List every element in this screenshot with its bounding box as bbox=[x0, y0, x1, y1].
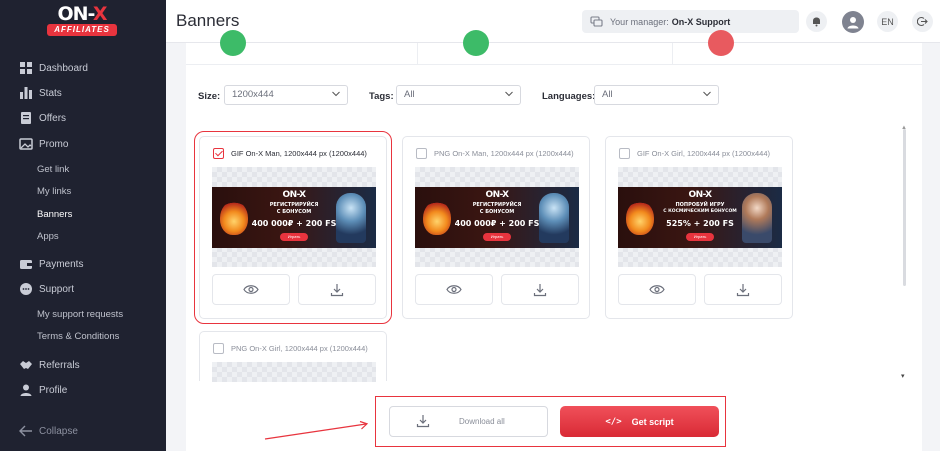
banner-image: ON-X РЕГИСТРИРУЙСЯ С БОНУСОМ 400 000₽ + … bbox=[212, 187, 376, 248]
notifications-button[interactable] bbox=[806, 11, 827, 32]
bell-icon bbox=[813, 17, 820, 27]
sidebar-sub-terms[interactable]: Terms & Conditions bbox=[37, 330, 119, 344]
sidebar-item-dashboard[interactable]: Dashboard bbox=[19, 61, 88, 75]
language-switch[interactable]: EN bbox=[877, 11, 898, 32]
sidebar-item-payments[interactable]: Payments bbox=[19, 257, 83, 271]
languages-label: Languages: bbox=[542, 91, 596, 102]
stats-strip bbox=[186, 30, 922, 65]
sidebar-item-support[interactable]: Support bbox=[19, 282, 74, 296]
sidebar-sub-apps[interactable]: Apps bbox=[37, 230, 59, 244]
banner-preview: ON-X РЕГИСТРИРУЙСЯ С БОНУСОМ 400 000₽ + … bbox=[212, 167, 376, 267]
download-button[interactable] bbox=[501, 274, 579, 305]
handshake-icon bbox=[20, 361, 32, 369]
download-button[interactable] bbox=[298, 274, 376, 305]
page-title: Banners bbox=[176, 11, 240, 30]
logout-icon bbox=[917, 16, 928, 27]
download-all-button[interactable]: Download all bbox=[389, 406, 548, 437]
wallet-icon bbox=[20, 260, 32, 269]
avatar[interactable] bbox=[842, 11, 864, 33]
banner-image: ON-X РЕГИСТРИРУЙСЯ С БОНУСОМ 400 000₽ + … bbox=[415, 187, 579, 248]
banner-preview: ON-X РЕГИСТРИРУЙСЯ С БОНУСОМ 400 000₽ + … bbox=[415, 167, 579, 267]
status-indicator bbox=[463, 30, 489, 56]
banner-card[interactable]: PNG On-X Man, 1200x444 px (1200x444) ON-… bbox=[402, 136, 590, 319]
banner-card[interactable]: PNG On-X Girl, 1200x444 px (1200x444) bbox=[199, 331, 387, 382]
preview-button[interactable] bbox=[212, 274, 290, 305]
sidebar-item-profile[interactable]: Profile bbox=[19, 383, 67, 397]
download-icon bbox=[416, 415, 430, 428]
user-avatar-icon bbox=[847, 17, 859, 29]
banner-checkbox[interactable] bbox=[619, 148, 630, 159]
tags-label: Tags: bbox=[369, 91, 394, 102]
tags-select[interactable]: All bbox=[396, 85, 521, 105]
chevron-down-icon bbox=[703, 91, 711, 97]
annotation-arrow-icon bbox=[264, 420, 369, 440]
banner-title: GIF On-X Man, 1200x444 px (1200x444) bbox=[231, 149, 367, 158]
sidebar-item-stats[interactable]: Stats bbox=[19, 86, 62, 100]
status-indicator bbox=[708, 30, 734, 56]
banner-title: PNG On-X Man, 1200x444 px (1200x444) bbox=[434, 149, 574, 158]
banner-preview: ON-X ПОПРОБУЙ ИГРУ С КОСМИЧЕСКИМ БОНУСОМ… bbox=[618, 167, 782, 267]
user-icon bbox=[20, 384, 32, 396]
sidebar-item-offers[interactable]: Offers bbox=[19, 111, 66, 125]
banner-title: PNG On-X Girl, 1200x444 px (1200x444) bbox=[231, 344, 368, 353]
banner-card[interactable]: GIF On-X Man, 1200x444 px (1200x444) ON-… bbox=[194, 131, 392, 324]
sidebar-sub-get-link[interactable]: Get link bbox=[37, 163, 69, 177]
chat-bubbles-icon bbox=[590, 15, 603, 27]
image-icon bbox=[19, 138, 33, 150]
languages-select[interactable]: All bbox=[594, 85, 719, 105]
scroll-down-arrow[interactable]: ▾ bbox=[901, 372, 905, 380]
banner-card[interactable]: GIF On-X Girl, 1200x444 px (1200x444) ON… bbox=[605, 136, 793, 319]
preview-button[interactable] bbox=[415, 274, 493, 305]
bar-chart-icon bbox=[20, 87, 32, 99]
collapse-button[interactable]: Collapse bbox=[19, 425, 78, 437]
banner-image: ON-X ПОПРОБУЙ ИГРУ С КОСМИЧЕСКИМ БОНУСОМ… bbox=[618, 187, 782, 248]
chat-icon bbox=[20, 283, 32, 295]
chevron-down-icon bbox=[505, 91, 513, 97]
sidebar: ON-X AFFILIATES Dashboard Stats Offers P… bbox=[0, 0, 166, 451]
logout-button[interactable] bbox=[912, 11, 933, 32]
dashboard-icon bbox=[20, 62, 32, 74]
download-icon bbox=[330, 283, 344, 296]
manager-info[interactable]: Your manager: On-X Support bbox=[582, 10, 799, 33]
sidebar-sub-my-links[interactable]: My links bbox=[37, 185, 71, 199]
preview-button[interactable] bbox=[618, 274, 696, 305]
banner-title: GIF On-X Girl, 1200x444 px (1200x444) bbox=[637, 149, 770, 158]
banner-checkbox[interactable] bbox=[416, 148, 427, 159]
offers-icon bbox=[21, 112, 31, 124]
banners-panel: Size: 1200x444 Tags: All Languages: All … bbox=[186, 30, 922, 451]
banner-preview bbox=[212, 362, 376, 382]
banner-checkbox[interactable] bbox=[213, 343, 224, 354]
download-button[interactable] bbox=[704, 274, 782, 305]
eye-icon bbox=[243, 285, 259, 294]
eye-icon bbox=[649, 285, 665, 294]
sidebar-item-referrals[interactable]: Referrals bbox=[19, 358, 80, 372]
top-header: Banners Your manager: On-X Support EN bbox=[166, 0, 940, 43]
banner-checkbox[interactable] bbox=[213, 148, 224, 159]
size-select[interactable]: 1200x444 bbox=[224, 85, 348, 105]
chevron-down-icon bbox=[332, 91, 340, 97]
eye-icon bbox=[446, 285, 462, 294]
sidebar-sub-support-requests[interactable]: My support requests bbox=[37, 308, 123, 322]
code-icon: </> bbox=[605, 416, 622, 427]
scrollbar[interactable] bbox=[903, 129, 906, 286]
sidebar-sub-banners[interactable]: Banners bbox=[37, 208, 72, 222]
sidebar-item-promo[interactable]: Promo bbox=[19, 137, 68, 151]
download-icon bbox=[533, 283, 547, 296]
get-script-button[interactable]: </> Get script bbox=[560, 406, 719, 437]
arrow-left-icon bbox=[19, 425, 32, 437]
on-x-logo[interactable]: ON-X AFFILIATES bbox=[46, 5, 118, 39]
size-label: Size: bbox=[198, 91, 221, 102]
status-indicator bbox=[220, 30, 246, 56]
download-icon bbox=[736, 283, 750, 296]
